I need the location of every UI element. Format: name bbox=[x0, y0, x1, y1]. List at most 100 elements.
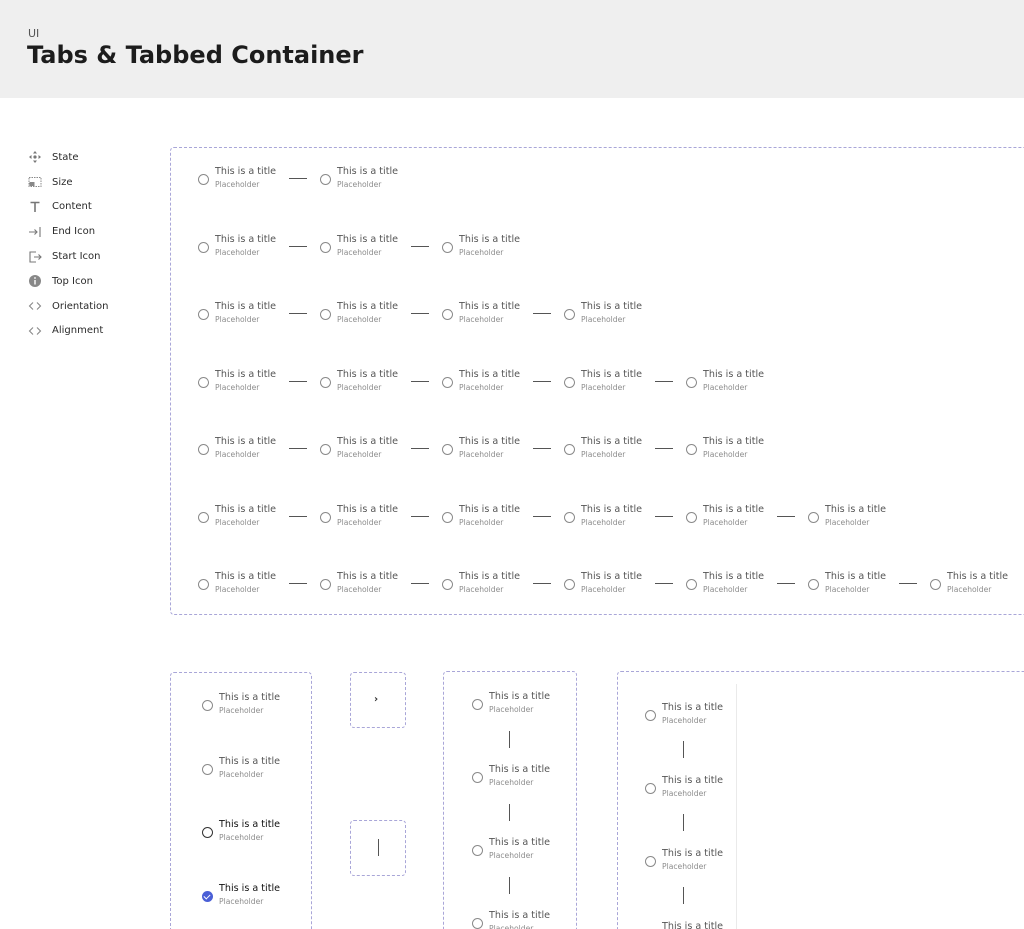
radio-circle-icon[interactable] bbox=[472, 772, 483, 783]
step-placeholder: Placeholder bbox=[703, 517, 748, 527]
step-item[interactable]: This is a titlePlaceholder bbox=[645, 775, 755, 805]
radio-circle-icon[interactable] bbox=[320, 579, 331, 590]
radio-circle-icon[interactable] bbox=[320, 241, 331, 253]
step-item[interactable]: This is a titlePlaceholder bbox=[645, 702, 755, 732]
step-item[interactable]: This is a titlePlaceholder bbox=[320, 436, 430, 466]
step-item[interactable]: This is a titlePlaceholder bbox=[442, 301, 552, 331]
step-item[interactable]: This is a titlePlaceholder bbox=[198, 369, 308, 399]
radio-circle-icon[interactable] bbox=[564, 579, 575, 590]
step-item[interactable]: This is a titlePlaceholder bbox=[198, 436, 308, 466]
step-item[interactable]: This is a titlePlaceholder bbox=[472, 764, 582, 794]
radio-circle-icon[interactable] bbox=[808, 579, 819, 590]
step-item[interactable]: This is a titlePlaceholder bbox=[564, 301, 674, 331]
radio-circle-icon[interactable] bbox=[442, 309, 453, 320]
legend-item-orientation: Orientation bbox=[28, 294, 108, 319]
step-item[interactable]: This is a titlePlaceholder bbox=[645, 921, 755, 929]
breadcrumb: UI bbox=[28, 27, 40, 40]
step-item[interactable]: This is a titlePlaceholder bbox=[472, 837, 582, 867]
step-item[interactable]: This is a titlePlaceholder bbox=[442, 369, 552, 399]
radio-circle-icon[interactable] bbox=[645, 783, 656, 794]
step-item[interactable]: This is a titlePlaceholder bbox=[808, 504, 918, 534]
step-item[interactable]: This is a titlePlaceholder bbox=[198, 234, 308, 264]
radio-circle-icon[interactable] bbox=[686, 579, 697, 590]
radio-circle-icon[interactable] bbox=[564, 309, 575, 320]
radio-circle-icon[interactable] bbox=[442, 376, 453, 388]
radio-circle-icon[interactable] bbox=[198, 511, 209, 523]
radio-circle-icon[interactable] bbox=[198, 309, 209, 320]
step-title: This is a title bbox=[215, 166, 277, 177]
legend-label: Start Icon bbox=[52, 251, 101, 263]
radio-circle-icon[interactable] bbox=[930, 579, 941, 590]
radio-circle-icon[interactable] bbox=[202, 763, 213, 775]
step-connector bbox=[411, 448, 429, 449]
radio-circle-icon[interactable] bbox=[442, 444, 453, 455]
radio-circle-icon[interactable] bbox=[198, 444, 209, 455]
radio-circle-icon[interactable] bbox=[320, 444, 331, 455]
step-item[interactable]: This is a titlePlaceholder bbox=[320, 166, 430, 196]
radio-circle-icon[interactable] bbox=[472, 845, 483, 856]
step-connector bbox=[655, 583, 673, 584]
step-item[interactable]: This is a titlePlaceholder bbox=[930, 571, 1024, 601]
step-item[interactable]: This is a titlePlaceholder bbox=[320, 504, 430, 534]
step-item[interactable]: This is a titlePlaceholder bbox=[202, 692, 312, 722]
info-icon bbox=[28, 274, 42, 288]
step-item[interactable]: This is a titlePlaceholder bbox=[198, 504, 308, 534]
radio-circle-icon[interactable] bbox=[320, 309, 331, 320]
step-connector bbox=[777, 583, 795, 584]
radio-circle-icon[interactable] bbox=[686, 444, 697, 455]
step-item[interactable]: This is a titlePlaceholder bbox=[686, 369, 796, 399]
radio-circle-icon[interactable] bbox=[442, 579, 453, 590]
step-item[interactable]: This is a titlePlaceholder bbox=[320, 571, 430, 601]
radio-circle-icon[interactable] bbox=[320, 376, 331, 388]
radio-circle-icon[interactable] bbox=[472, 918, 483, 929]
step-item[interactable]: This is a titlePlaceholder bbox=[320, 234, 430, 264]
step-item[interactable]: This is a titlePlaceholder bbox=[442, 436, 552, 466]
step-item[interactable]: This is a titlePlaceholder bbox=[808, 571, 918, 601]
step-item[interactable]: This is a titlePlaceholder bbox=[645, 848, 755, 878]
check-circle-icon[interactable] bbox=[202, 890, 213, 902]
radio-circle-icon[interactable] bbox=[472, 699, 483, 710]
radio-circle-icon[interactable] bbox=[202, 827, 213, 838]
radio-circle-icon[interactable] bbox=[320, 511, 331, 523]
step-item[interactable]: This is a titlePlaceholder bbox=[442, 234, 552, 264]
radio-circle-icon[interactable] bbox=[442, 241, 453, 253]
radio-circle-icon[interactable] bbox=[198, 241, 209, 253]
step-item[interactable]: This is a titlePlaceholder bbox=[202, 819, 312, 849]
radio-circle-icon[interactable] bbox=[198, 579, 209, 590]
step-item[interactable]: This is a titlePlaceholder bbox=[320, 301, 430, 331]
step-item[interactable]: This is a titlePlaceholder bbox=[198, 571, 308, 601]
step-item[interactable]: This is a titlePlaceholder bbox=[442, 504, 552, 534]
step-item[interactable]: This is a titlePlaceholder bbox=[564, 504, 674, 534]
radio-circle-icon[interactable] bbox=[198, 376, 209, 388]
step-item[interactable]: This is a titlePlaceholder bbox=[564, 571, 674, 601]
step-item[interactable]: This is a titlePlaceholder bbox=[472, 691, 582, 721]
step-item[interactable]: This is a titlePlaceholder bbox=[442, 571, 552, 601]
step-item[interactable]: This is a titlePlaceholder bbox=[202, 883, 312, 913]
step-item[interactable]: This is a titlePlaceholder bbox=[686, 436, 796, 466]
legend-item-size: Size bbox=[28, 170, 108, 195]
radio-circle-icon[interactable] bbox=[686, 376, 697, 388]
radio-circle-icon[interactable] bbox=[564, 444, 575, 455]
step-title: This is a title bbox=[489, 764, 551, 775]
step-item[interactable]: This is a titlePlaceholder bbox=[198, 301, 308, 331]
radio-circle-icon[interactable] bbox=[808, 511, 819, 523]
step-item[interactable]: This is a titlePlaceholder bbox=[202, 756, 312, 786]
step-item[interactable]: This is a titlePlaceholder bbox=[686, 504, 796, 534]
step-item[interactable]: This is a titlePlaceholder bbox=[472, 910, 582, 929]
step-item[interactable]: This is a titlePlaceholder bbox=[686, 571, 796, 601]
radio-circle-icon[interactable] bbox=[686, 511, 697, 523]
radio-circle-icon[interactable] bbox=[202, 700, 213, 711]
radio-circle-icon[interactable] bbox=[198, 174, 209, 185]
radio-circle-icon[interactable] bbox=[645, 856, 656, 867]
step-item[interactable]: This is a titlePlaceholder bbox=[198, 166, 308, 196]
radio-circle-icon[interactable] bbox=[645, 710, 656, 721]
step-item[interactable]: This is a titlePlaceholder bbox=[320, 369, 430, 399]
radio-circle-icon[interactable] bbox=[564, 511, 575, 523]
radio-circle-icon[interactable] bbox=[442, 511, 453, 523]
radio-circle-icon[interactable] bbox=[564, 376, 575, 388]
step-item[interactable]: This is a titlePlaceholder bbox=[564, 369, 674, 399]
radio-circle-icon[interactable] bbox=[320, 174, 331, 185]
step-placeholder: Placeholder bbox=[337, 247, 382, 257]
step-item[interactable]: This is a titlePlaceholder bbox=[564, 436, 674, 466]
page-title: Tabs & Tabbed Container bbox=[27, 41, 364, 69]
